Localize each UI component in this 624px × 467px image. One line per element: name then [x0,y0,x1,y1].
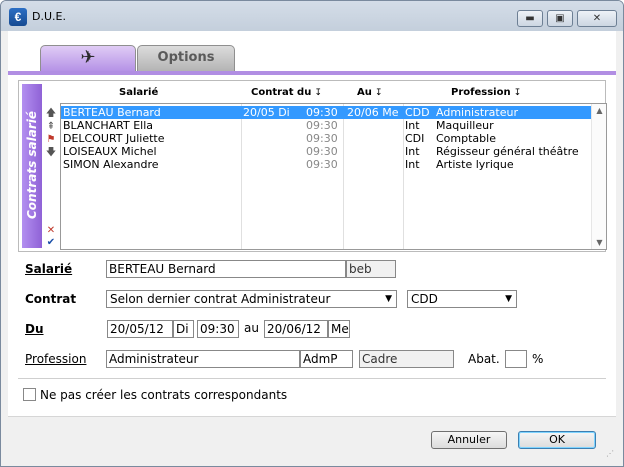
salarie-field[interactable]: BERTEAU Bernard [106,260,346,278]
header-text: Salarié [119,87,159,98]
title-bar[interactable]: € D.U.E. ▬ ▣ ✕ [1,1,623,31]
cell-date: 20/05 Di [243,106,290,119]
move-top-icon[interactable]: ⇞ [45,121,57,133]
cell-time: 09:30 [306,106,338,119]
resize-grip-icon[interactable]: ⋰ [606,449,614,458]
divider [18,378,606,379]
table-row[interactable]: LOISEAUX Michel 09:30 Int Régisseur géné… [61,145,591,158]
cell-time: 09:30 [306,132,338,145]
du-date-field[interactable]: 20/05/12 [107,320,173,338]
app-icon: € [9,8,27,26]
tab-main[interactable]: ✈ [40,45,136,71]
scroll-down-icon[interactable]: ▼ [592,238,606,247]
du-time-field[interactable]: 09:30 [197,320,239,338]
validate-icon[interactable]: ✔ [45,237,57,249]
cell-contract-type: Int [405,145,420,158]
no-create-contracts-checkbox[interactable] [23,388,36,401]
checkbox-label: Ne pas créer les contrats correspondants [40,388,288,402]
dialog-window: € D.U.E. ▬ ▣ ✕ ✈ Options Contrats salari… [0,0,624,467]
cell-profession: Administrateur [436,106,518,119]
plane-icon: ✈ [80,47,96,68]
cell-name: BERTEAU Bernard [63,106,161,119]
dialog-footer: Annuler OK ⋰ [8,416,616,460]
header-text: Au [357,87,372,98]
cell-time: 09:30 [306,158,338,171]
contrat-label: Contrat [25,292,77,306]
cell-profession: Régisseur général théâtre [436,145,579,158]
list-scrollbar[interactable]: ▲ ▼ [591,104,606,249]
maximize-button[interactable]: ▣ [547,10,573,27]
scroll-up-icon[interactable]: ▲ [592,106,606,115]
contracts-list[interactable]: BERTEAU Bernard 20/05 Di 09:30 20/06 Me … [60,103,607,250]
cell-contract-type: Int [405,119,420,132]
au-day-field[interactable]: Me [328,320,350,338]
header-text: Profession [451,87,511,98]
profession-code-field[interactable]: AdmP [300,350,353,368]
table-row[interactable]: BLANCHART Ella 09:30 Int Maquilleur [61,119,591,132]
salarie-code-field[interactable]: beb [346,260,396,278]
dialog-client: ✈ Options Contrats salarié Salarié Contr… [8,31,616,460]
chevron-down-icon: ▼ [385,294,392,304]
au-label: au [244,321,259,335]
cell-contract-type: CDD [405,106,430,119]
contrat-select[interactable]: Selon dernier contrat Administrateur ▼ [106,290,397,308]
sort-icon: ↧ [314,88,322,98]
sort-icon: ↧ [374,88,383,98]
header-text: Contrat du [251,87,312,98]
minimize-button[interactable]: ▬ [517,10,543,27]
cell-au: 20/06 Me [347,106,399,119]
cell-name: BLANCHART Ella [63,119,154,132]
ok-button[interactable]: OK [518,431,596,449]
contract-type-select[interactable]: CDD ▼ [407,290,517,308]
abat-field[interactable] [505,350,527,368]
move-down-icon[interactable]: 🡇 [45,147,57,159]
move-up-icon[interactable]: 🡅 [45,108,57,120]
cell-time: 09:30 [306,145,338,158]
profession-field[interactable]: Administrateur [106,350,300,368]
close-button[interactable]: ✕ [577,10,617,27]
cell-profession: Maquilleur [436,119,494,132]
cell-name: DELCOURT Juliette [63,132,165,145]
table-row[interactable]: BERTEAU Bernard 20/05 Di 09:30 20/06 Me … [61,106,591,119]
cell-name: SIMON Alexandre [63,158,159,171]
sort-icon: ↧ [513,88,522,98]
cell-time: 09:30 [306,119,338,132]
contract-type-value: CDD [411,292,438,306]
cell-contract-type: Int [405,158,420,171]
cancel-button[interactable]: Annuler [431,431,507,449]
tab-underline [8,71,616,75]
category-field[interactable]: Cadre [359,350,454,368]
contracts-panel: Contrats salarié Salarié Contrat du ↧ Au ↧… [18,80,607,252]
cell-contract-type: CDI [405,132,425,145]
au-date-field[interactable]: 20/06/12 [264,320,328,338]
abat-label: Abat. [468,352,500,366]
column-header-salarie[interactable]: Salarié [119,84,158,102]
profession-label: Profession [25,352,87,366]
side-band: Contrats salarié [22,84,42,248]
salarie-label: Salarié [25,262,73,276]
cell-profession: Artiste lyrique [436,158,514,171]
window-title: D.U.E. [32,10,66,23]
percent-label: % [532,352,544,366]
du-day-field[interactable]: Di [173,320,194,338]
cell-name: LOISEAUX Michel [63,145,157,158]
du-label: Du [25,322,44,336]
delete-icon[interactable]: ✕ [45,225,57,237]
column-header-au[interactable]: Au ↧ [357,84,382,102]
contrat-select-value: Selon dernier contrat Administrateur [110,292,331,306]
cell-profession: Comptable [436,132,496,145]
column-header-contrat-du[interactable]: Contrat du ↧ [251,84,322,102]
side-label: Contrats salarié [25,110,39,220]
chevron-down-icon: ▼ [505,294,512,304]
flag-icon[interactable]: ⚑ [45,134,57,146]
table-row[interactable]: SIMON Alexandre 09:30 Int Artiste lyriqu… [61,158,591,171]
tab-options[interactable]: Options [137,45,235,71]
table-row[interactable]: DELCOURT Juliette 09:30 CDI Comptable [61,132,591,145]
column-header-profession[interactable]: Profession ↧ [451,84,521,102]
